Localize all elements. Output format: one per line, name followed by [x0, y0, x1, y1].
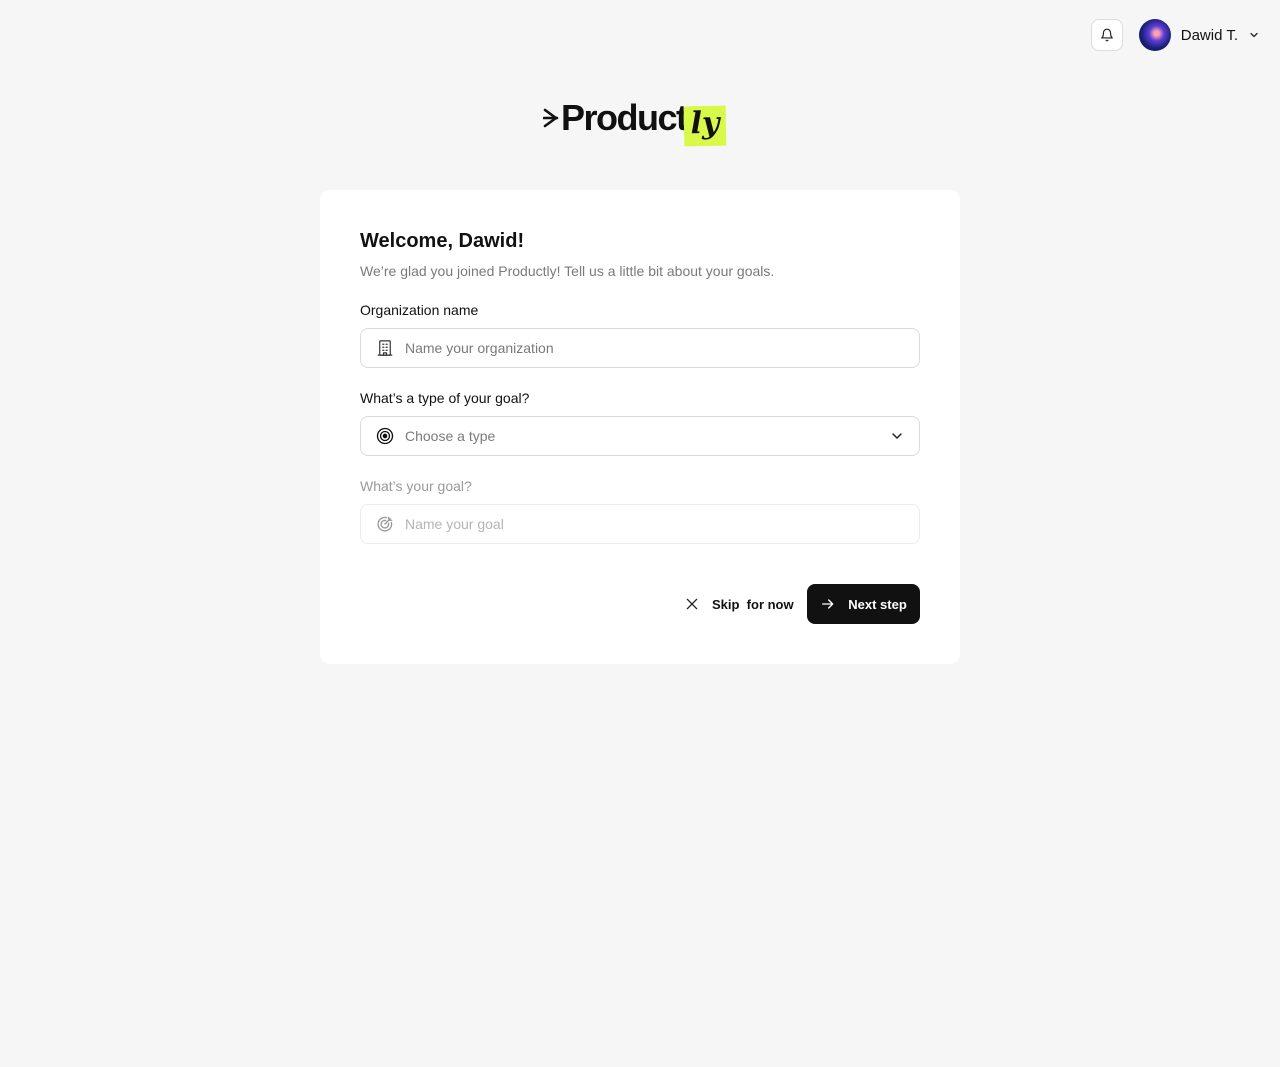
- organization-name-label: Organization name: [360, 302, 479, 318]
- organization-name-field[interactable]: [360, 328, 920, 368]
- logo-suffix: ly: [683, 105, 726, 147]
- page-title: Welcome, Dawid!: [360, 230, 525, 252]
- avatar[interactable]: [1138, 19, 1171, 51]
- logo-mark-icon: [543, 108, 559, 128]
- logo-text: Product: [561, 97, 688, 138]
- goal-label: What’s your goal?: [360, 478, 472, 494]
- close-icon: [686, 598, 698, 610]
- top-bar: Dawid T.: [1090, 19, 1260, 51]
- next-step-button[interactable]: Next step: [807, 584, 920, 624]
- target-icon: [375, 426, 395, 446]
- building-icon: [375, 338, 395, 358]
- bell-icon: [1100, 28, 1113, 42]
- skip-button[interactable]: Skip for now: [684, 584, 794, 624]
- arrow-right-icon: [822, 599, 834, 609]
- skip-button-label: Skip for now: [712, 596, 794, 612]
- goal-type-value: Choose a type: [405, 428, 496, 444]
- goal-input[interactable]: [405, 516, 905, 532]
- organization-name-input[interactable]: [405, 340, 905, 356]
- chevron-down-icon[interactable]: [889, 428, 905, 444]
- goal-type-label: What’s a type of your goal?: [360, 390, 530, 406]
- productly-logo: Product ly: [543, 97, 726, 147]
- next-step-label: Next step: [848, 596, 907, 612]
- user-menu[interactable]: Dawid T.: [1138, 19, 1260, 51]
- goal-icon: [375, 514, 395, 534]
- user-name: Dawid T.: [1180, 26, 1238, 44]
- goal-type-select[interactable]: Choose a type: [360, 416, 920, 456]
- onboarding-card: Welcome, Dawid! We’re glad you joined Pr…: [320, 190, 960, 664]
- chevron-down-icon[interactable]: [1248, 29, 1260, 41]
- goal-field[interactable]: [360, 504, 920, 544]
- notifications-button[interactable]: [1090, 19, 1123, 51]
- page-subtitle: We’re glad you joined Productly! Tell us…: [360, 263, 775, 279]
